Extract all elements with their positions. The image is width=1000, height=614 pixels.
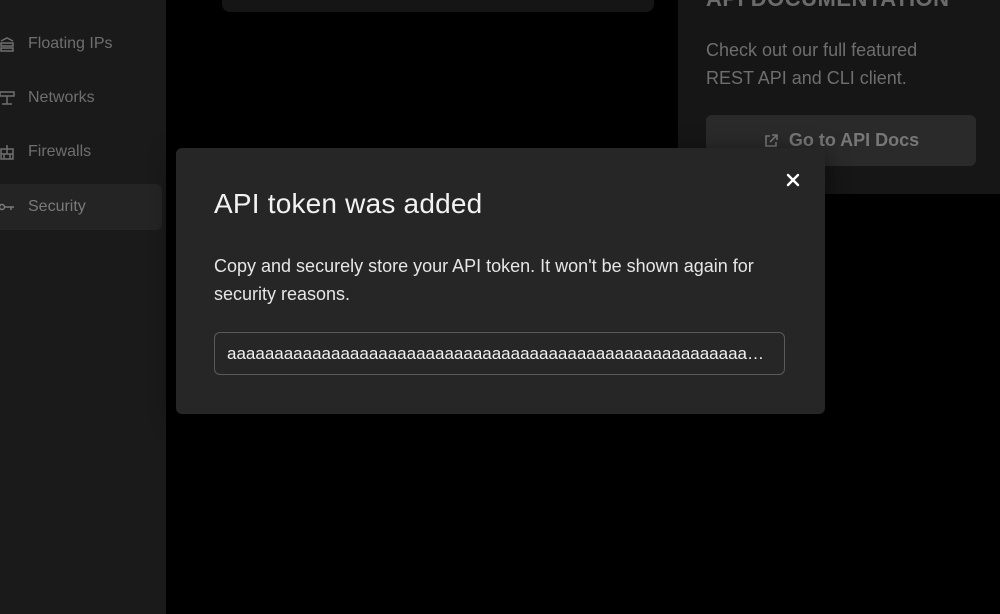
sidebar-item-security[interactable]: Security: [0, 184, 162, 230]
floating-ip-icon: [0, 35, 16, 53]
app-window: Floating IPs Networks Firewalls Security…: [0, 0, 1000, 614]
sidebar-item-label: Floating IPs: [28, 35, 113, 52]
api-token-field[interactable]: aaaaaaaaaaaaaaaaaaaaaaaaaaaaaaaaaaaaaaaa…: [214, 332, 785, 375]
modal-description: Copy and securely store your API token. …: [214, 256, 754, 304]
api-docs-description: Check out our full featured REST API and…: [706, 40, 918, 88]
network-icon: [0, 89, 16, 107]
sidebar-item-floating-ips[interactable]: Floating IPs: [0, 21, 162, 67]
api-docs-title: API DOCUMENTATION: [706, 0, 950, 12]
sidebar-item-label: Security: [28, 198, 86, 215]
api-token-modal: API token was added Copy and securely st…: [176, 148, 825, 414]
modal-title: API token was added: [214, 188, 483, 219]
sidebar-item-networks[interactable]: Networks: [0, 75, 162, 121]
external-link-icon: [763, 133, 779, 149]
api-token-value: aaaaaaaaaaaaaaaaaaaaaaaaaaaaaaaaaaaaaaaa…: [227, 343, 772, 363]
key-icon: [0, 198, 16, 216]
sidebar-item-label: Firewalls: [28, 143, 92, 160]
sidebar-item-firewalls[interactable]: Firewalls: [0, 129, 162, 175]
firewall-icon: [0, 143, 16, 161]
sidebar: Floating IPs Networks Firewalls Security: [0, 0, 166, 614]
sidebar-item-label: Networks: [28, 89, 95, 106]
content-card: [222, 0, 654, 12]
close-icon[interactable]: [783, 170, 803, 190]
